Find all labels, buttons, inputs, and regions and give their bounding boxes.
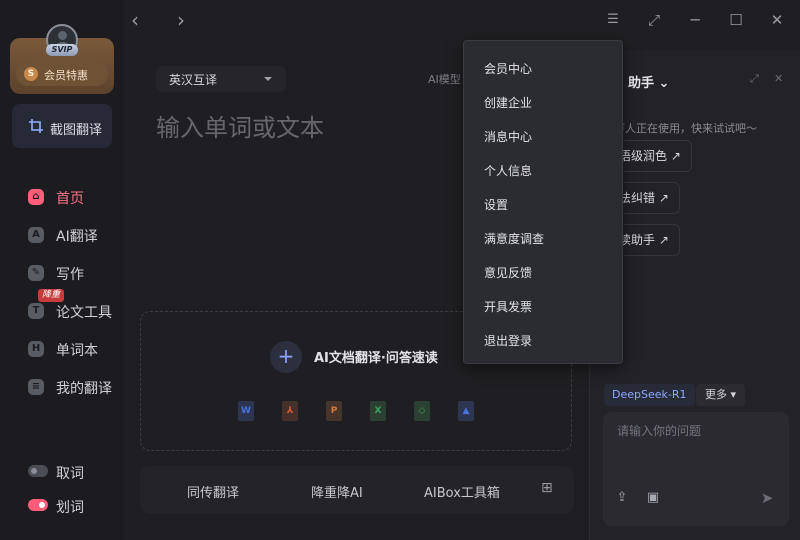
maximize-icon[interactable]: ☐ bbox=[725, 9, 747, 31]
menu-item-logout[interactable]: 退出登录 bbox=[484, 332, 532, 349]
svip-badge: SVIP bbox=[46, 44, 78, 56]
more-models-button[interactable]: 更多 ▾ bbox=[696, 384, 746, 406]
ppt-file-icon: P bbox=[326, 401, 342, 421]
home-icon: ⌂ bbox=[28, 189, 44, 205]
menu-icon[interactable]: ☰ bbox=[602, 9, 624, 31]
my-translation-icon: ≡ bbox=[28, 379, 44, 395]
crop-icon bbox=[29, 119, 43, 133]
sidebar-item-label: AI翻译 bbox=[56, 229, 98, 245]
ai-model-label[interactable]: AI模型 bbox=[428, 71, 461, 87]
menu-item-message-center[interactable]: 消息中心 bbox=[484, 128, 532, 145]
pen-icon: ✎ bbox=[28, 265, 44, 281]
close-icon[interactable]: ✕ bbox=[774, 72, 783, 85]
paper-icon: T bbox=[28, 303, 44, 319]
close-icon[interactable]: ✕ bbox=[766, 9, 788, 31]
account-menu: 会员中心 创建企业 消息中心 个人信息 设置 满意度调查 意见反馈 开具发票 退… bbox=[463, 40, 623, 364]
chip-label: 法纠错 ↗ bbox=[619, 191, 669, 205]
vip-coin-icon: S bbox=[24, 67, 38, 81]
pick-word-toggle-row[interactable]: 取词 bbox=[0, 460, 124, 484]
ai-translate-icon: A bbox=[28, 227, 44, 243]
pick-word-toggle[interactable] bbox=[28, 465, 48, 477]
aibox-toolbox-button[interactable]: AIBox工具箱 bbox=[424, 482, 500, 501]
simultaneous-translate-button[interactable]: 同传翻译 bbox=[187, 482, 239, 501]
select-word-toggle[interactable] bbox=[28, 499, 48, 511]
add-icon[interactable]: + bbox=[270, 341, 302, 373]
model-select-button[interactable]: DeepSeek-R1 bbox=[604, 384, 695, 406]
sidebar-item-label: 写作 bbox=[56, 267, 84, 283]
question-input[interactable]: 请输入你的问题 ⇪ ▣ ➤ bbox=[603, 412, 789, 526]
select-word-toggle-row[interactable]: 划词 bbox=[0, 494, 124, 518]
sidebar-item-label: 单词本 bbox=[56, 343, 98, 359]
menu-item-personal-info[interactable]: 个人信息 bbox=[484, 162, 532, 179]
rewrite-reduce-ai-button[interactable]: 降重降AI bbox=[311, 482, 363, 501]
toggle-knob bbox=[39, 502, 45, 508]
sidebar-item-ai-translate[interactable]: A AI翻译 bbox=[0, 221, 124, 249]
menu-item-survey[interactable]: 满意度调查 bbox=[484, 230, 544, 247]
tool-bar: 同传翻译 降重降AI AIBox工具箱 ⊞ bbox=[140, 466, 574, 514]
sidebar-item-wordbook[interactable]: H 单词本 bbox=[0, 335, 124, 363]
chevron-down-icon: ⌄ bbox=[658, 76, 670, 91]
apps-grid-icon[interactable]: ⊞ bbox=[541, 480, 557, 496]
pick-word-label: 取词 bbox=[56, 466, 84, 482]
assistant-hint: 万人正在使用，快来试试吧～ bbox=[614, 122, 757, 135]
toggle-knob bbox=[31, 468, 37, 474]
wordbook-icon: H bbox=[28, 341, 44, 357]
forward-button[interactable]: › bbox=[170, 9, 192, 31]
epub-file-icon: ◇ bbox=[414, 401, 430, 421]
select-word-label: 划词 bbox=[56, 500, 84, 516]
paper-tool-badge: 降重 bbox=[38, 289, 65, 302]
pdf-file-icon: ⅄ bbox=[282, 401, 298, 421]
screenshot-translate-label: 截图翻译 bbox=[50, 123, 103, 138]
sidebar-item-label: 论文工具 bbox=[56, 305, 112, 321]
word-file-icon: W bbox=[238, 401, 254, 421]
vip-offer-button[interactable]: S 会员特惠 bbox=[16, 62, 108, 86]
screenshot-translate-button[interactable]: 截图翻译 bbox=[12, 104, 112, 148]
sidebar-item-home[interactable]: ⌂ 首页 bbox=[0, 183, 124, 211]
image-icon[interactable]: ▣ bbox=[645, 490, 661, 506]
sidebar-item-label: 首页 bbox=[56, 191, 84, 207]
chip-label: 读助手 ↗ bbox=[619, 233, 669, 247]
excel-file-icon: X bbox=[370, 401, 386, 421]
menu-item-create-enterprise[interactable]: 创建企业 bbox=[484, 94, 532, 111]
mini-mode-icon[interactable]: ⤢ bbox=[643, 9, 665, 31]
menu-item-invoice[interactable]: 开具发票 bbox=[484, 298, 532, 315]
send-icon[interactable]: ➤ bbox=[759, 490, 775, 506]
image-file-icon: ▲ bbox=[458, 401, 474, 421]
avatar-head bbox=[58, 31, 67, 40]
minimize-icon[interactable]: ─ bbox=[684, 9, 706, 31]
language-pair-select[interactable]: 英汉互译 bbox=[156, 66, 286, 92]
menu-item-feedback[interactable]: 意见反馈 bbox=[484, 264, 532, 281]
vip-offer-label: 会员特惠 bbox=[44, 69, 88, 82]
language-pair-label: 英汉互译 bbox=[169, 73, 218, 87]
sidebar-item-my-translations[interactable]: ≡ 我的翻译 bbox=[0, 373, 124, 401]
chevron-down-icon bbox=[264, 77, 272, 81]
upload-label: AI文档翻译·问答速读 bbox=[314, 351, 438, 366]
sidebar: S 会员特惠 SVIP 截图翻译 ⌂ 首页 A AI翻译 ✎ 写作 T 论文工具… bbox=[0, 0, 124, 540]
expand-icon[interactable]: ⤢ bbox=[750, 72, 759, 86]
upload-icon[interactable]: ⇪ bbox=[614, 490, 630, 506]
source-text-input[interactable]: 输入单词或文本 bbox=[156, 108, 324, 143]
menu-item-member-center[interactable]: 会员中心 bbox=[484, 60, 532, 77]
question-placeholder: 请输入你的问题 bbox=[617, 424, 702, 438]
menu-item-settings[interactable]: 设置 bbox=[484, 196, 508, 213]
sidebar-item-writing[interactable]: ✎ 写作 bbox=[0, 259, 124, 287]
assistant-title-text: 助手 bbox=[628, 76, 655, 91]
assistant-title[interactable]: 助手 ⌄ bbox=[628, 72, 669, 91]
sidebar-item-label: 我的翻译 bbox=[56, 381, 112, 397]
chip-label: 语级润色 ↗ bbox=[619, 149, 681, 163]
back-button[interactable]: ‹ bbox=[124, 9, 146, 31]
